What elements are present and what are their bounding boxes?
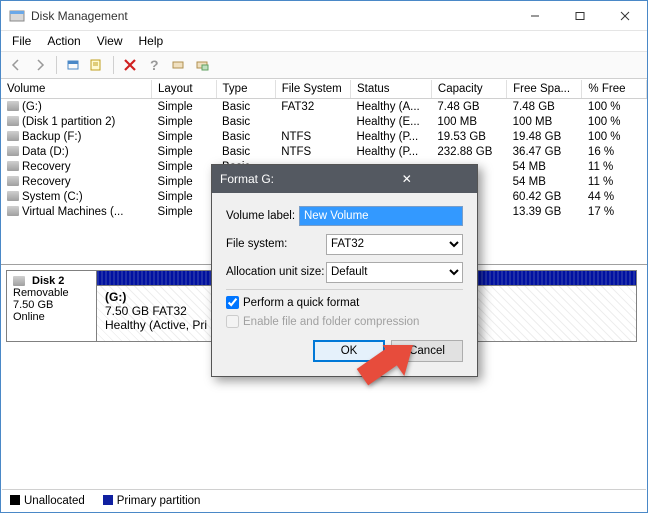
toolbar: ? <box>1 51 647 79</box>
column-header[interactable]: Volume <box>1 80 152 99</box>
menu-view[interactable]: View <box>90 32 130 50</box>
column-header[interactable]: Free Spa... <box>507 80 582 99</box>
column-header[interactable]: Status <box>350 80 431 99</box>
svg-text:?: ? <box>150 57 159 73</box>
back-button[interactable] <box>5 54 27 76</box>
dialog-close-button[interactable]: ✕ <box>345 172 470 186</box>
properties-button[interactable] <box>86 54 108 76</box>
dialog-title: Format G: <box>220 172 345 186</box>
column-header[interactable]: File System <box>275 80 350 99</box>
allocation-unit-select[interactable]: Default <box>326 262 463 283</box>
volume-row[interactable]: Backup (F:)SimpleBasicNTFSHealthy (P...1… <box>1 129 647 144</box>
delete-button[interactable] <box>119 54 141 76</box>
window-title: Disk Management <box>31 9 512 23</box>
app-icon <box>9 8 25 24</box>
volume-label-label: Volume label: <box>226 210 299 222</box>
compression-checkbox <box>226 315 239 328</box>
column-header[interactable]: Capacity <box>431 80 506 99</box>
volume-label-input[interactable] <box>299 206 463 226</box>
dialog-titlebar[interactable]: Format G: ✕ <box>212 165 477 193</box>
quick-format-label: Perform a quick format <box>243 297 359 309</box>
quick-format-checkbox[interactable] <box>226 296 239 309</box>
volume-row[interactable]: Data (D:)SimpleBasicNTFSHealthy (P...232… <box>1 144 647 159</box>
compression-label: Enable file and folder compression <box>243 316 419 328</box>
title-bar: Disk Management <box>1 1 647 31</box>
menu-file[interactable]: File <box>5 32 38 50</box>
volume-row[interactable]: (G:)SimpleBasicFAT32Healthy (A...7.48 GB… <box>1 99 647 115</box>
menu-action[interactable]: Action <box>40 32 87 50</box>
minimize-button[interactable] <box>512 1 557 30</box>
menu-help[interactable]: Help <box>132 32 171 50</box>
column-header[interactable]: Type <box>216 80 275 99</box>
action2-button[interactable] <box>191 54 213 76</box>
help-button[interactable]: ? <box>143 54 165 76</box>
volume-row[interactable]: (Disk 1 partition 2)SimpleBasicHealthy (… <box>1 114 647 129</box>
file-system-label: File system: <box>226 238 326 250</box>
forward-button[interactable] <box>29 54 51 76</box>
allocation-unit-label: Allocation unit size: <box>226 266 326 278</box>
cancel-button[interactable]: Cancel <box>391 340 463 362</box>
maximize-button[interactable] <box>557 1 602 30</box>
close-button[interactable] <box>602 1 647 30</box>
file-system-select[interactable]: FAT32 <box>326 234 463 255</box>
column-header[interactable]: % Free <box>582 80 647 99</box>
refresh-button[interactable] <box>62 54 84 76</box>
column-header[interactable]: Layout <box>152 80 217 99</box>
format-dialog: Format G: ✕ Volume label: File system: F… <box>211 164 478 377</box>
ok-button[interactable]: OK <box>313 340 385 362</box>
disk-header: Disk 2 Removable 7.50 GB Online <box>7 271 97 341</box>
menu-bar: File Action View Help <box>1 31 647 51</box>
legend: Unallocated Primary partition <box>2 489 646 511</box>
action1-button[interactable] <box>167 54 189 76</box>
